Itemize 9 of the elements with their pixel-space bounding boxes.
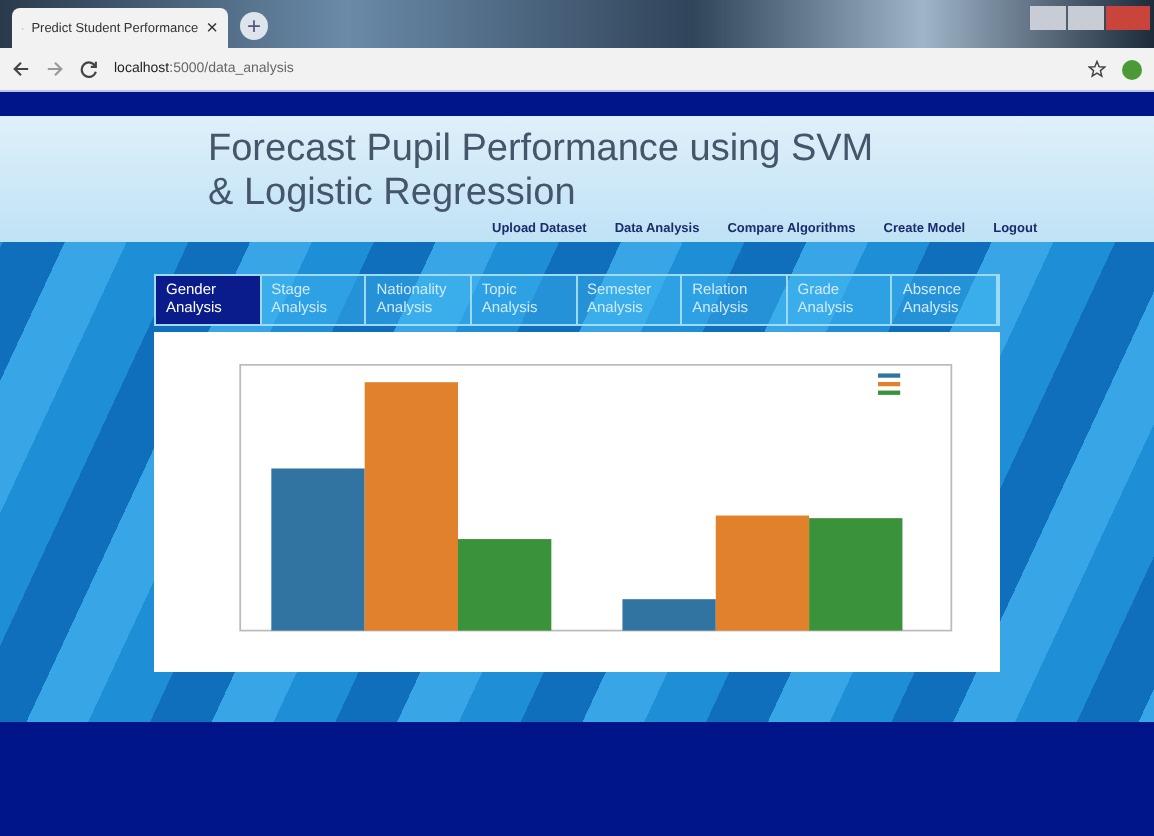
back-icon[interactable] (12, 60, 30, 78)
star-icon[interactable] (1088, 60, 1106, 78)
profile-avatar-icon[interactable] (1122, 59, 1142, 79)
window-controls-icon[interactable] (1030, 4, 1150, 32)
reload-icon[interactable] (80, 60, 98, 78)
page-title: Forecast Pupil Performance using SVM & Logistic Regression (208, 128, 876, 216)
new-tab-button[interactable]: + (240, 12, 268, 40)
forward-icon[interactable] (46, 60, 64, 78)
close-tab-button[interactable]: × (206, 17, 218, 39)
